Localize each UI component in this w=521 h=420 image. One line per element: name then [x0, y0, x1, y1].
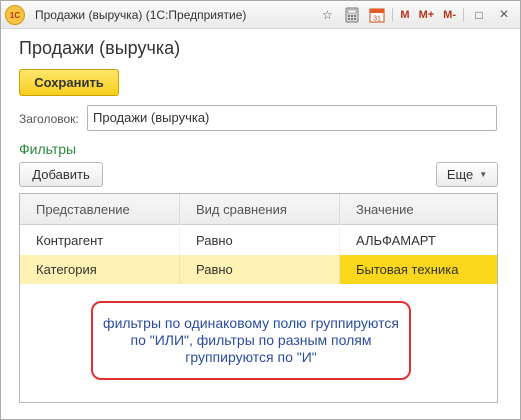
memory-m-button[interactable]: M [398, 5, 411, 25]
more-button[interactable]: Еще ▼ [436, 162, 498, 187]
calendar-icon[interactable]: 31 [367, 5, 387, 25]
chevron-down-icon: ▼ [479, 170, 488, 179]
table-row[interactable]: Контрагент Равно АЛЬФАМАРТ [20, 226, 497, 255]
header-label: Заголовок: [19, 112, 79, 126]
close-icon[interactable]: × [494, 5, 514, 25]
window-title: Продажи (выручка) (1С:Предприятие) [35, 8, 247, 22]
toolbar-separator [463, 8, 464, 22]
memory-minus-button[interactable]: M- [441, 5, 458, 25]
title-bar-icons: ☆ 31 M M+ M- □ × [317, 5, 514, 25]
table-row-selected[interactable]: Категория Равно Бытовая техника [20, 255, 497, 284]
bookmark-icon[interactable]: ☆ [317, 5, 337, 25]
form-title: Продажи (выручка) [19, 38, 181, 58]
annotation-callout: фильтры по одинаковому полю группируются… [91, 301, 411, 380]
add-filter-button[interactable]: Добавить [19, 162, 103, 187]
column-header-value[interactable]: Значение [340, 194, 497, 225]
column-header-comparison[interactable]: Вид сравнения [180, 194, 340, 225]
cell-representation[interactable]: Категория [20, 255, 180, 284]
calculator-icon[interactable] [342, 5, 362, 25]
cell-comparison[interactable]: Равно [180, 226, 340, 255]
form-window: 1С Продажи (выручка) (1С:Предприятие) ☆ … [0, 0, 521, 420]
cell-representation[interactable]: Контрагент [20, 226, 180, 255]
column-header-representation[interactable]: Представление [20, 194, 180, 225]
restore-icon[interactable]: □ [469, 5, 489, 25]
cell-value-selected[interactable]: Бытовая техника [340, 255, 497, 284]
filters-heading: Фильтры [19, 141, 77, 157]
calendar-day: 31 [374, 16, 382, 23]
more-button-label: Еще [446, 167, 474, 182]
table-header: Представление Вид сравнения Значение [20, 194, 497, 225]
cell-comparison[interactable]: Равно [180, 255, 340, 284]
title-bar: 1С Продажи (выручка) (1С:Предприятие) ☆ … [1, 1, 520, 29]
save-button[interactable]: Сохранить [19, 69, 119, 96]
cell-value[interactable]: АЛЬФАМАРТ [340, 226, 497, 255]
header-input[interactable]: Продажи (выручка) [87, 105, 497, 131]
app-logo: 1С [5, 5, 25, 25]
toolbar-separator [392, 8, 394, 22]
memory-plus-button[interactable]: M+ [417, 5, 437, 25]
